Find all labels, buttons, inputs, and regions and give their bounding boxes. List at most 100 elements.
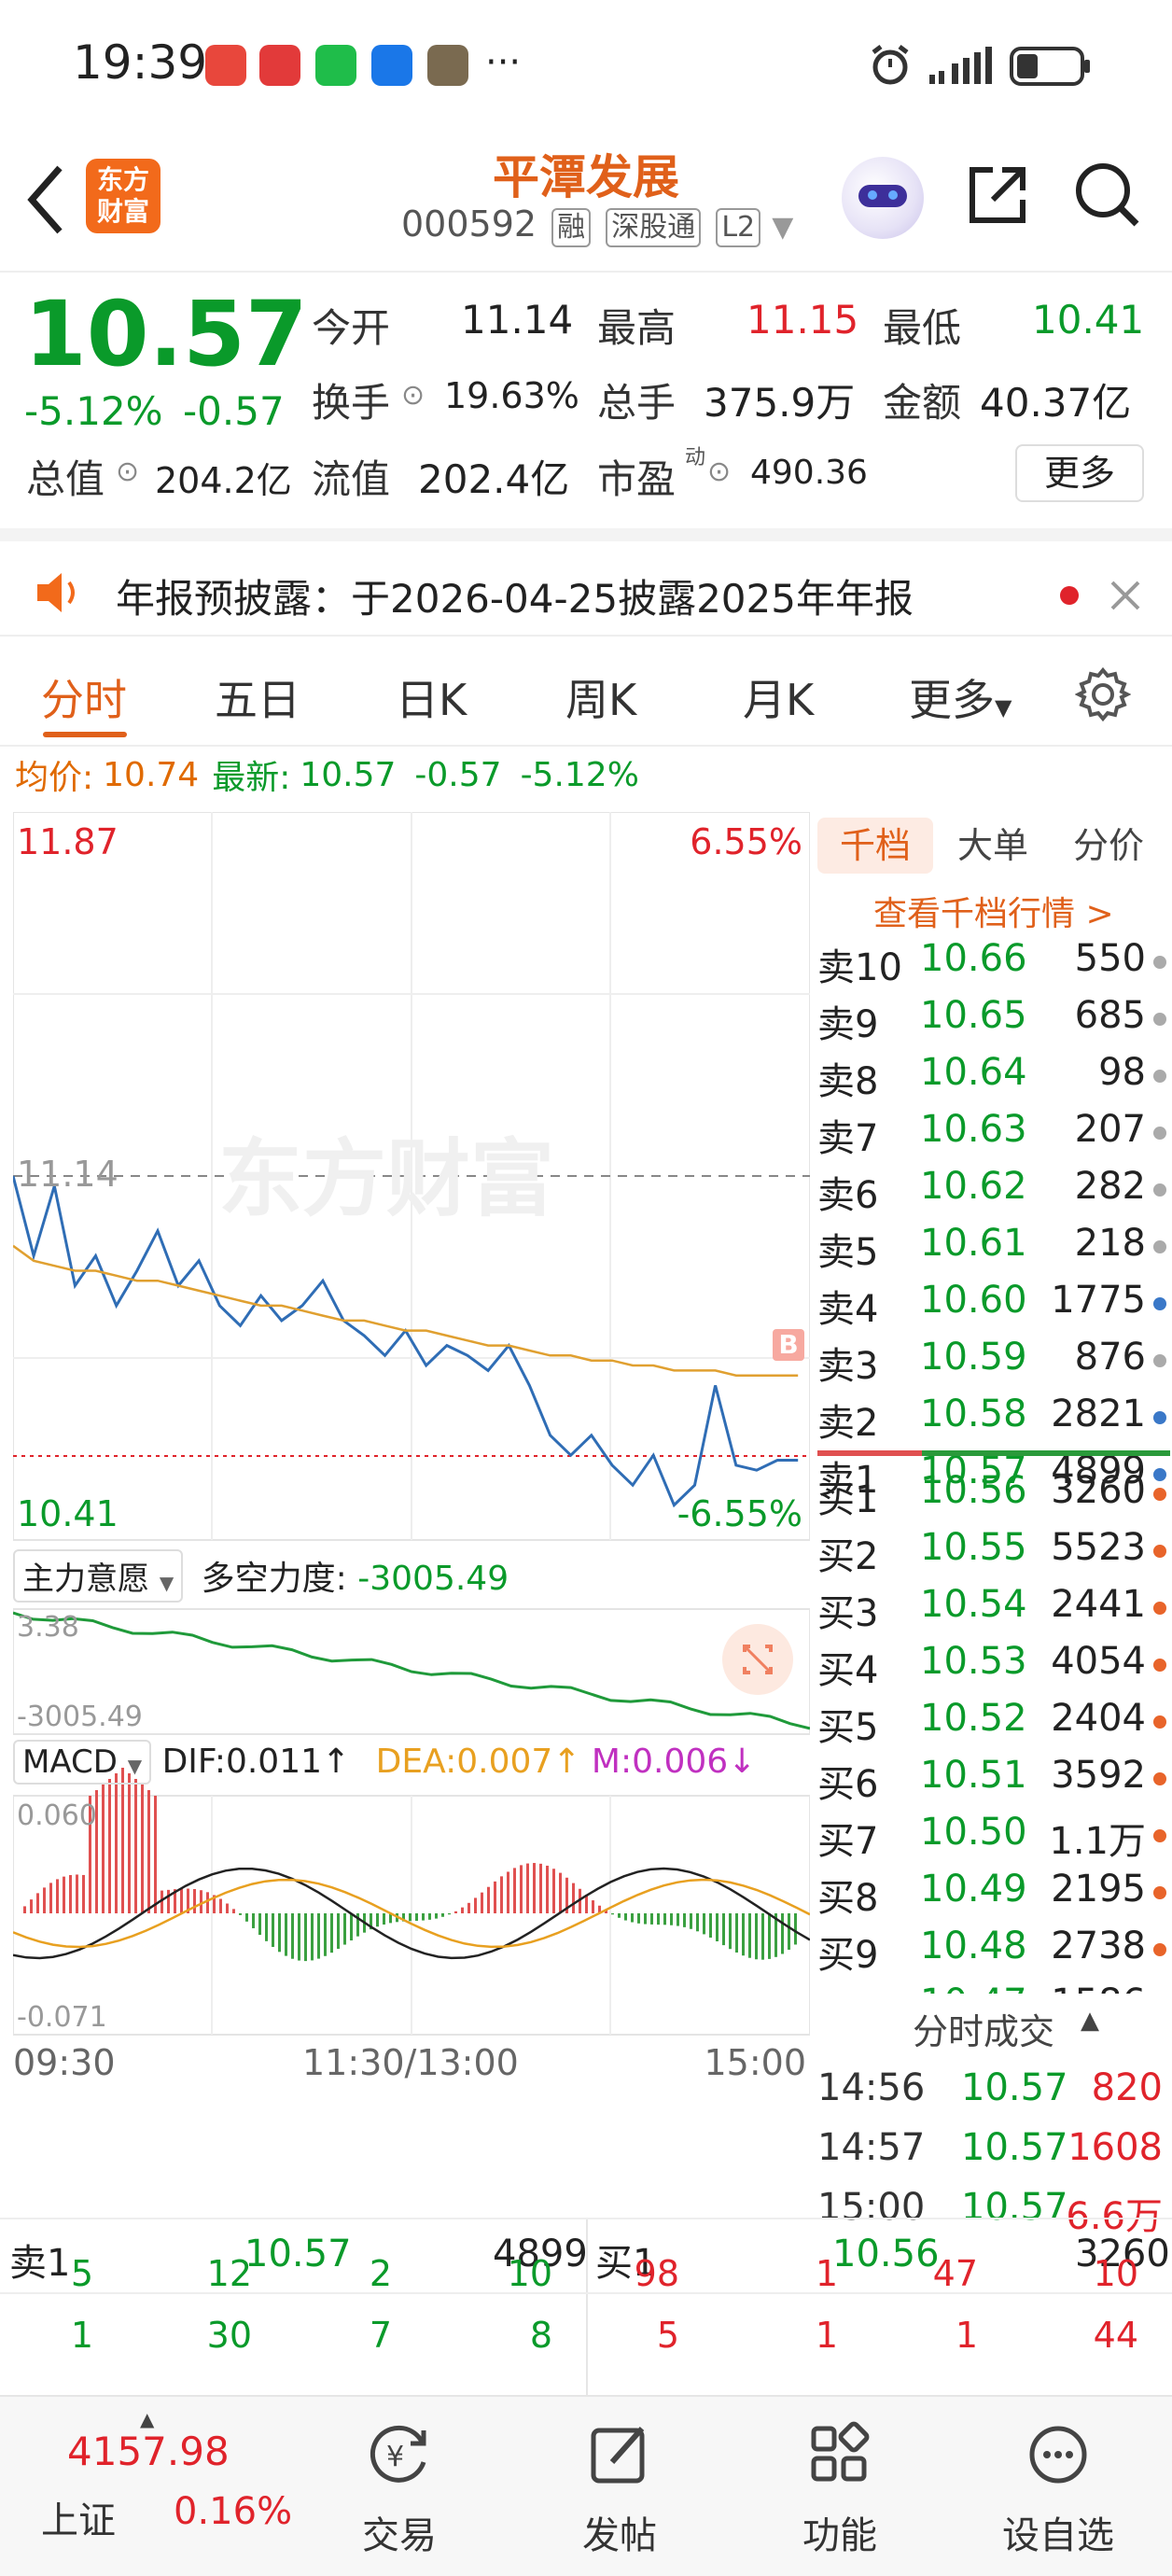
assistant-robot-icon[interactable] bbox=[842, 157, 924, 239]
bid-row[interactable]: 买4 10.53 4054 bbox=[810, 1640, 1172, 1692]
tab-monthly-k[interactable]: 月K bbox=[743, 666, 814, 728]
macd-bar bbox=[245, 1913, 248, 1922]
queue-order-size: 47 bbox=[932, 2253, 978, 2294]
settings-gear-icon[interactable] bbox=[1075, 666, 1131, 722]
notice-bar[interactable]: 年报预披露：于2026-04-25披露2025年年报 bbox=[0, 528, 1172, 637]
nav-post[interactable]: 发帖 bbox=[545, 2397, 694, 2576]
bid-row[interactable]: 买1 10.56 3260 bbox=[810, 1469, 1172, 1521]
bid-row[interactable]: 买8 10.49 2195 bbox=[810, 1868, 1172, 1920]
macd-bar bbox=[76, 1874, 78, 1913]
macd-bar bbox=[154, 1796, 157, 1913]
nav-trade[interactable]: ¥ 交易 bbox=[325, 2397, 474, 2576]
close-icon[interactable] bbox=[1109, 579, 1142, 612]
macd-bar bbox=[265, 1913, 268, 1941]
macd-bar bbox=[311, 1913, 314, 1961]
ask-row[interactable]: 卖8 10.64 98 bbox=[810, 1051, 1172, 1103]
trades-header[interactable]: 分时成交 ▲ bbox=[810, 1994, 1172, 2059]
macd-m-value: M:0.006↓ bbox=[591, 1743, 757, 1781]
tab-more[interactable]: 更多▼ bbox=[909, 666, 1012, 728]
bid-row[interactable]: 买6 10.51 3592 bbox=[810, 1754, 1172, 1806]
macd-bar bbox=[82, 1874, 85, 1913]
ask-row[interactable]: 卖5 10.61 218 bbox=[810, 1222, 1172, 1274]
search-icon[interactable] bbox=[1071, 159, 1142, 230]
tab-price-distribution[interactable]: 分价 bbox=[1073, 818, 1144, 874]
speaker-icon bbox=[37, 573, 75, 612]
active-tab-indicator bbox=[43, 732, 127, 737]
level2-tag: L2 bbox=[716, 208, 761, 247]
open-label: 今开 bbox=[312, 305, 391, 351]
buy-point-marker[interactable]: B bbox=[773, 1329, 804, 1361]
connect-tag: 深股通 bbox=[606, 208, 702, 247]
bid-row[interactable]: 买9 10.48 2738 bbox=[810, 1925, 1172, 1977]
info-icon[interactable]: ⊙ bbox=[116, 455, 139, 488]
chart-info-line: 均价: 10.74 最新: 10.57 -0.57 -5.12% bbox=[15, 750, 639, 799]
bid-volume: 1.1万 bbox=[1049, 1820, 1146, 1863]
stock-code-line[interactable]: 000592 融 深股通 L2 ▼ bbox=[401, 203, 793, 247]
volume-change-dot bbox=[1153, 1127, 1166, 1140]
edit-post-icon bbox=[591, 2427, 645, 2484]
tab-depth[interactable]: 千档 bbox=[817, 818, 933, 874]
more-notifications-icon: ··· bbox=[485, 41, 522, 84]
amount-value: 40.37亿 bbox=[980, 380, 1132, 426]
ask-row[interactable]: 卖4 10.60 1775 bbox=[810, 1279, 1172, 1331]
macd-bar bbox=[768, 1913, 771, 1959]
bid-row[interactable]: 买2 10.55 5523 bbox=[810, 1526, 1172, 1578]
nav-add-watchlist[interactable]: 设自选 bbox=[984, 2397, 1133, 2576]
market-cap-value: 204.2亿 bbox=[155, 460, 292, 501]
view-depth-link[interactable]: 查看千档行情 > bbox=[873, 887, 1114, 935]
bid-row[interactable]: 买3 10.54 2441 bbox=[810, 1583, 1172, 1635]
ask-level-label: 卖5 bbox=[817, 1231, 879, 1274]
macd-bar bbox=[324, 1913, 327, 1956]
macd-bar bbox=[709, 1913, 712, 1939]
ask-price: 10.66 bbox=[920, 937, 1027, 980]
indicator-select[interactable]: 主力意愿 ▼ bbox=[13, 1549, 184, 1603]
bid-volume: 3260 bbox=[1051, 1469, 1146, 1512]
share-icon[interactable] bbox=[965, 161, 1032, 228]
macd-bar bbox=[200, 1890, 202, 1913]
ask-row[interactable]: 卖9 10.65 685 bbox=[810, 994, 1172, 1046]
macd-bar bbox=[794, 1913, 797, 1945]
info-icon[interactable]: ⊙ bbox=[707, 455, 731, 488]
more-button[interactable]: 更多 bbox=[1015, 444, 1144, 502]
macd-bar bbox=[618, 1913, 621, 1918]
bid-price: 10.49 bbox=[920, 1868, 1027, 1911]
nav-functions[interactable]: 功能 bbox=[765, 2397, 914, 2576]
bid-price: 10.50 bbox=[920, 1811, 1027, 1854]
expand-icon[interactable] bbox=[722, 1624, 793, 1695]
ask-row[interactable]: 卖3 10.59 876 bbox=[810, 1336, 1172, 1388]
info-icon[interactable]: ⊙ bbox=[401, 379, 425, 412]
ask-row[interactable]: 卖6 10.62 282 bbox=[810, 1165, 1172, 1217]
bottom-nav: ▲ 4157.98 上证 0.16% ¥ 交易 发帖 功能 设自选 bbox=[0, 2395, 1172, 2576]
macd-bar bbox=[30, 1899, 33, 1913]
macd-bar bbox=[422, 1913, 425, 1921]
volume-change-dot bbox=[1153, 1488, 1166, 1501]
macd-bar bbox=[748, 1913, 751, 1958]
tab-weekly-k[interactable]: 周K bbox=[565, 666, 636, 728]
ask-row[interactable]: 卖10 10.66 550 bbox=[810, 937, 1172, 989]
macd-select[interactable]: MACD ▼ bbox=[13, 1740, 152, 1785]
ask-price: 10.60 bbox=[920, 1279, 1027, 1322]
bid-price: 10.54 bbox=[920, 1583, 1027, 1626]
macd-bar bbox=[761, 1913, 764, 1960]
tab-large-orders[interactable]: 大单 bbox=[957, 818, 1028, 874]
index-ticker[interactable]: ▲ 4157.98 上证 0.16% bbox=[0, 2397, 308, 2576]
macd-bar bbox=[657, 1913, 660, 1925]
amount-label: 金额 bbox=[883, 380, 962, 426]
time-axis-mid: 11:30/13:00 bbox=[302, 2042, 519, 2083]
macd-bar bbox=[350, 1913, 353, 1941]
time-axis-end: 15:00 bbox=[704, 2042, 806, 2083]
macd-bar bbox=[239, 1913, 242, 1915]
unread-dot bbox=[1060, 586, 1079, 605]
bid-row[interactable]: 买7 10.50 1.1万 bbox=[810, 1811, 1172, 1863]
macd-bar bbox=[36, 1893, 39, 1913]
tab-five-day[interactable]: 五日 bbox=[215, 666, 300, 728]
queue-order-size: 98 bbox=[634, 2253, 679, 2294]
ask-volume: 282 bbox=[1074, 1165, 1146, 1208]
tab-intraday[interactable]: 分时 bbox=[41, 666, 127, 728]
tab-daily-k[interactable]: 日K bbox=[396, 666, 467, 728]
bid-row[interactable]: 买5 10.52 2404 bbox=[810, 1697, 1172, 1749]
ask-row[interactable]: 卖2 10.58 2821 bbox=[810, 1393, 1172, 1445]
ask-row[interactable]: 卖7 10.63 207 bbox=[810, 1108, 1172, 1160]
macd-bar bbox=[23, 1906, 26, 1913]
intraday-chart-area[interactable]: 东方财富 11.87 6.55% 11.14 10.41 -6.55% B 主力… bbox=[13, 812, 810, 2212]
